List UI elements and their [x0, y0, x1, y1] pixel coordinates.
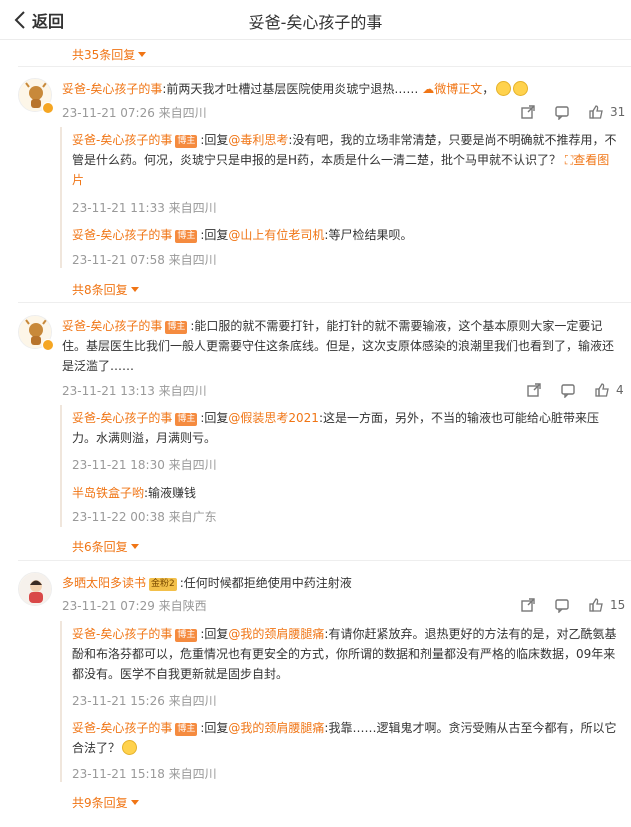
divider	[18, 560, 631, 561]
comment-icon[interactable]	[554, 104, 570, 120]
more-replies-label: 共9条回复	[72, 796, 128, 810]
author-tag: 博主	[175, 230, 198, 243]
reply-body: :有请你赶紧放弃。退热更好的方法有的是，对	[324, 627, 569, 641]
comment-actions: 4	[508, 382, 624, 398]
comment-text: 多晒太阳多读书 金粉2:任何时候都拒绝使用中药注射液	[62, 573, 352, 593]
reply-text: 妥爸-矣心孩子的事 博主:回复@假装思考2021:这是一方面，另外，不当的输液也可…	[72, 408, 618, 448]
reply-meta: 23-11-21 15:26 来自四川	[72, 694, 217, 708]
author-tag: 博主	[175, 413, 198, 426]
reply-meta: 23-11-21 15:18 来自四川	[72, 767, 217, 781]
grin-emoji-icon	[513, 81, 529, 96]
grin-emoji-icon	[496, 81, 512, 96]
comment-meta: 23-11-21 13:13 来自四川	[62, 384, 207, 398]
comment-meta: 23-11-21 07:26 来自四川	[62, 106, 207, 120]
avatar[interactable]	[18, 572, 52, 606]
share-icon[interactable]	[526, 382, 542, 398]
chevron-down-icon	[130, 544, 139, 549]
reply-username[interactable]: 妥爸-矣心孩子的事	[72, 627, 172, 641]
comment-username[interactable]: 妥爸-矣心孩子的事	[62, 319, 162, 333]
reply-body: :等尸检结果呗。	[324, 228, 413, 242]
reply-meta: 23-11-21 11:33 来自四川	[72, 201, 217, 215]
comment-username[interactable]: 多晒太阳多读书	[62, 576, 146, 590]
reply-username[interactable]: 妥爸-矣心孩子的事	[72, 133, 172, 147]
chevron-down-icon	[130, 287, 139, 292]
reply-list: 妥爸-矣心孩子的事 博主:回复@我的颈肩腰腿痛:有请你赶紧放弃。退热更好的方法有的…	[60, 621, 631, 782]
reply-body: :我靠……逻辑鬼才啊。贪污受贿从古至今都	[324, 721, 557, 735]
more-replies-link[interactable]: 共8条回复	[72, 281, 139, 298]
comment-body: :前两天我才吐槽过基层医院使用炎琥宁退热……	[162, 82, 419, 96]
comment-actions: 31	[502, 104, 625, 120]
weibo-post-link[interactable]: 微博正文	[434, 82, 482, 96]
reply-prefix: :回复	[200, 627, 229, 641]
reply-list: 妥爸-矣心孩子的事 博主:回复@假装思考2021:这是一方面，另外，不当的输液也可…	[60, 405, 631, 527]
verified-badge-icon	[42, 102, 54, 114]
comment-text: 妥爸-矣心孩子的事:前两天我才吐槽过基层医院使用炎琥宁退热…… ☁微博正文，	[62, 79, 529, 99]
author-tag: 博主	[175, 723, 198, 736]
comment-username[interactable]: 妥爸-矣心孩子的事	[62, 82, 162, 96]
comment-icon[interactable]	[560, 382, 576, 398]
divider	[18, 66, 631, 67]
reply-meta: 23-11-22 00:38 来自广东	[72, 510, 217, 524]
reply-text: 妥爸-矣心孩子的事 博主:回复@我的颈肩腰腿痛:我靠……逻辑鬼才啊。贪污受贿从古至…	[72, 718, 618, 758]
more-replies-link[interactable]: 共6条回复	[72, 538, 139, 555]
like-icon[interactable]	[588, 104, 604, 120]
like-count: 31	[610, 105, 626, 119]
reply-prefix: :回复	[200, 133, 229, 147]
reply-prefix: :回复	[200, 228, 229, 242]
mention-link[interactable]: @山上有位老司机	[228, 228, 324, 242]
reply-body: :没有吧，我的立场非常清楚，只要是尚不明确就不推	[288, 133, 569, 147]
author-tag: 博主	[175, 135, 198, 148]
author-tag: 博主	[175, 629, 198, 642]
reply-text: 妥爸-矣心孩子的事 博主:回复@山上有位老司机:等尸检结果呗。	[72, 225, 412, 245]
avatar-illustration	[19, 573, 51, 605]
reply-username[interactable]: 妥爸-矣心孩子的事	[72, 721, 172, 735]
reply-prefix: :回复	[200, 411, 229, 425]
comment-icon[interactable]	[554, 597, 570, 613]
more-replies-link[interactable]: 共9条回复	[72, 794, 139, 811]
reply-meta: 23-11-21 07:58 来自四川	[72, 253, 217, 267]
like-icon[interactable]	[588, 597, 604, 613]
share-icon[interactable]	[520, 104, 536, 120]
divider	[18, 302, 631, 303]
weibo-icon: ☁	[418, 82, 435, 96]
page-title: 妥爸-矣心孩子的事	[248, 13, 383, 32]
reply-body: :这是一方面，另外，不当的输液也可能给心脏带	[318, 411, 575, 425]
chevron-down-icon	[138, 52, 147, 57]
fan-badge: 金粉2	[149, 578, 177, 591]
like-count: 15	[610, 598, 626, 612]
reply-username[interactable]: 妥爸-矣心孩子的事	[72, 228, 172, 242]
comment-body: :任何时候都拒绝使用中药注射液	[179, 576, 352, 590]
mention-link[interactable]: @我的颈肩腰腿痛	[228, 721, 324, 735]
reply-body: :输液赚钱	[144, 486, 197, 500]
reply-text: 妥爸-矣心孩子的事 博主:回复@毒利思考:没有吧，我的立场非常清楚，只要是尚不明确…	[72, 130, 618, 190]
reply-list: 妥爸-矣心孩子的事 博主:回复@毒利思考:没有吧，我的立场非常清楚，只要是尚不明确…	[60, 127, 631, 268]
reply-username[interactable]: 妥爸-矣心孩子的事	[72, 411, 172, 425]
mention-link[interactable]: @假装思考2021	[228, 411, 319, 425]
top-bar: 返回 妥爸-矣心孩子的事	[0, 0, 631, 40]
comment-actions: 15	[502, 597, 625, 613]
comment-text: 妥爸-矣心孩子的事 博主:能口服的就不需要打针，能打针的就不需要输液，这个基本原则…	[62, 316, 618, 376]
author-tag: 博主	[165, 321, 188, 334]
reply-username[interactable]: 半岛铁盒子哟	[72, 486, 144, 500]
verified-badge-icon	[42, 339, 54, 351]
mention-link[interactable]: @毒利思考	[228, 133, 288, 147]
more-replies-label: 共8条回复	[72, 283, 128, 297]
reply-meta: 23-11-21 18:30 来自四川	[72, 458, 217, 472]
reply-prefix: :回复	[200, 721, 229, 735]
comment-body: :能口服的就不需要打针，能打针的就不需要输液，这个基本原则大家一	[190, 319, 567, 333]
more-replies-label: 共35条回复	[72, 48, 136, 62]
reply-text: 妥爸-矣心孩子的事 博主:回复@我的颈肩腰腿痛:有请你赶紧放弃。退热更好的方法有的…	[72, 624, 618, 684]
more-replies-link[interactable]: 共35条回复	[72, 46, 147, 63]
share-icon[interactable]	[520, 597, 536, 613]
like-icon[interactable]	[594, 382, 610, 398]
mention-link[interactable]: @我的颈肩腰腿痛	[228, 627, 324, 641]
more-replies-label: 共6条回复	[72, 540, 128, 554]
thinking-emoji-icon	[122, 740, 138, 755]
reply-text: 半岛铁盒子哟:输液赚钱	[72, 483, 196, 503]
reply-body: 认识了？	[513, 153, 562, 167]
like-count: 4	[616, 383, 624, 397]
comment-meta: 23-11-21 07:29 来自陕西	[62, 599, 207, 613]
chevron-down-icon	[130, 800, 139, 805]
